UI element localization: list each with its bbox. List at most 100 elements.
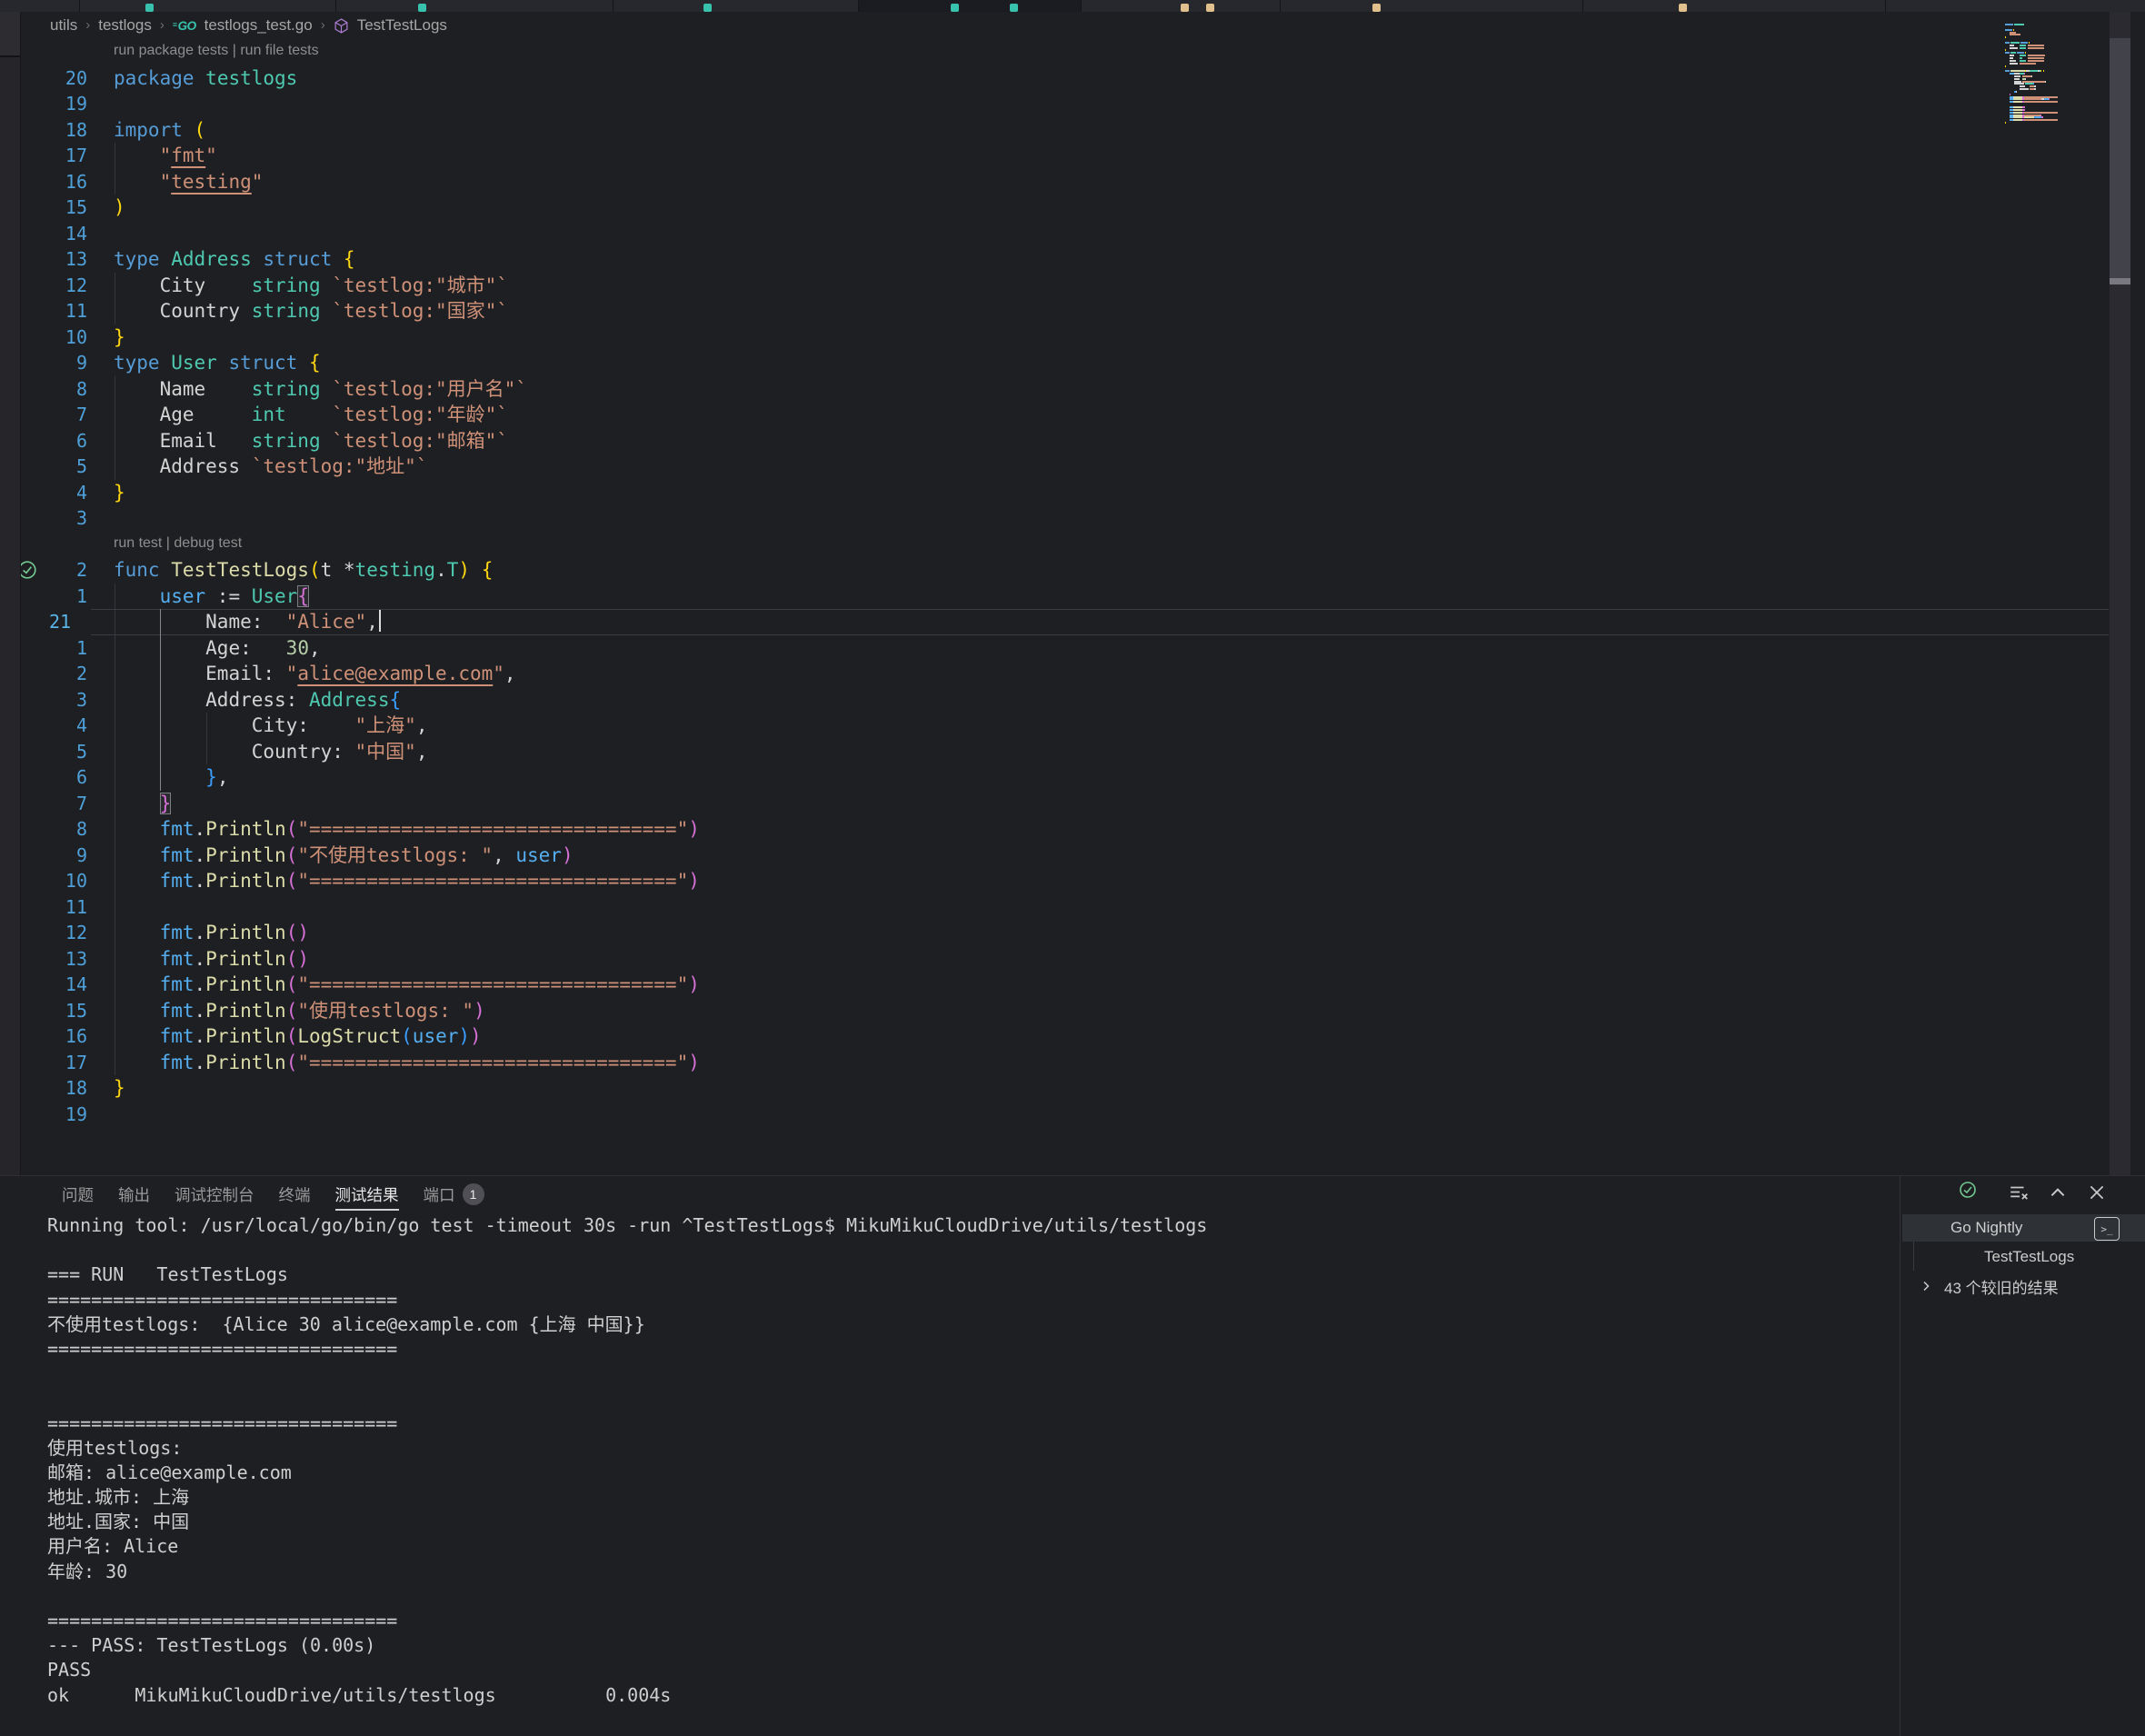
panel-tab-问题[interactable]: 问题 [62, 1183, 94, 1206]
output-line: 地址.城市: 上海 [47, 1485, 1207, 1510]
code-editor[interactable]: run package tests | run file tests20pack… [0, 39, 2109, 1127]
tab-file-icon [418, 4, 426, 12]
editor-tab[interactable] [336, 0, 613, 12]
output-line: PASS [47, 1658, 1207, 1682]
code-line[interactable]: 10 fmt.Println("========================… [0, 868, 2109, 894]
left-rail-header [0, 12, 20, 57]
terminal-icon[interactable]: >_ [2094, 1217, 2120, 1241]
code-line[interactable]: 7 Age int `testlog:"年龄"` [0, 402, 2109, 428]
editor-tab[interactable] [1281, 0, 1582, 12]
test-run-profile-row[interactable]: Go Nightly >_ [1902, 1214, 2145, 1242]
codelens-label[interactable]: run test | debug test [114, 532, 242, 555]
line-number: 21 [49, 609, 71, 635]
code-line[interactable]: 8 fmt.Println("=========================… [0, 816, 2109, 843]
bottom-panel: 问题 输出 调试控制台 终端 测试结果 端口1 Running tool: /usr/lo… [0, 1175, 2145, 1736]
editor-tab-strip [0, 0, 2145, 12]
code-line[interactable]: 8 Name string `testlog:"用户名"` [0, 376, 2109, 403]
code-line[interactable]: 15 fmt.Println("使用testlogs: ") [0, 998, 2109, 1024]
breadcrumb-symbol[interactable]: TestTestLogs [357, 16, 447, 35]
codelens-actions[interactable]: run test | debug test [0, 532, 2109, 558]
code-line[interactable]: 17 fmt.Println("========================… [0, 1050, 2109, 1076]
breadcrumb-folder-testlogs[interactable]: testlogs [98, 16, 152, 35]
output-line: 年龄: 30 [47, 1560, 1207, 1584]
code-line[interactable]: 6 }, [0, 764, 2109, 791]
code-line[interactable]: 15) [0, 195, 2109, 221]
breadcrumb-folder-utils[interactable]: utils [50, 16, 77, 35]
tab-file-icon [1181, 4, 1189, 12]
breadcrumb-separator: › [160, 17, 165, 33]
code-line[interactable]: 3 Address: Address{ [0, 687, 2109, 713]
editor-tab[interactable] [614, 0, 858, 12]
code-line[interactable]: 11 [0, 894, 2109, 921]
code-line[interactable]: 10} [0, 324, 2109, 351]
tab-file-icon [1679, 4, 1687, 12]
code-line[interactable]: 14 [0, 221, 2109, 247]
panel-tab-端口[interactable]: 端口1 [424, 1183, 484, 1206]
code-line[interactable]: 3 [0, 505, 2109, 532]
editor-tab[interactable] [80, 0, 335, 12]
code-line[interactable]: 4} [0, 480, 2109, 506]
code-line[interactable]: 14 fmt.Println("========================… [0, 972, 2109, 998]
tab-file-icon [1010, 4, 1018, 12]
codelens-label[interactable]: run package tests | run file tests [114, 39, 319, 63]
code-line[interactable]: 13 fmt.Println() [0, 946, 2109, 973]
code-line[interactable]: 1 Age: 30, [0, 635, 2109, 662]
code-line[interactable]: 2 Email: "alice@example.com", [0, 661, 2109, 687]
panel-tab-测试结果[interactable]: 测试结果 [335, 1183, 399, 1206]
tab-file-icon [145, 4, 154, 12]
editor-tab[interactable] [1886, 0, 2145, 12]
code-line[interactable]: 9type User struct { [0, 350, 2109, 376]
editor-tab[interactable] [859, 0, 1081, 12]
output-line: Running tool: /usr/local/go/bin/go test … [47, 1213, 1207, 1238]
code-line[interactable]: 12 fmt.Println() [0, 920, 2109, 946]
output-line: 用户名: Alice [47, 1534, 1207, 1559]
code-line[interactable]: 19 [0, 1102, 2109, 1128]
test-results-tree: Go Nightly >_ TestTestLogs 43 个较旧的结果 [1900, 1176, 2145, 1736]
code-line[interactable]: 7 } [0, 791, 2109, 817]
output-line: ================================ [47, 1337, 1207, 1362]
editor-scrollbar[interactable] [2110, 12, 2130, 1175]
test-result-item[interactable]: TestTestLogs [1901, 1243, 2145, 1271]
code-line[interactable]: 11 Country string `testlog:"国家"` [0, 298, 2109, 324]
breadcrumb-file[interactable]: testlogs_test.go [205, 16, 313, 35]
panel-tab-输出[interactable]: 输出 [118, 1183, 150, 1206]
tab-file-icon [703, 4, 712, 12]
output-line [47, 1362, 1207, 1386]
codelens-actions[interactable]: run package tests | run file tests [0, 39, 2109, 65]
code-line[interactable]: 1 user := User{ [0, 584, 2109, 610]
output-line: 邮箱: alice@example.com [47, 1461, 1207, 1485]
code-line[interactable]: 5 Country: "中国", [0, 739, 2109, 765]
code-line[interactable]: 16 "testing" [0, 169, 2109, 195]
code-line[interactable]: 6 Email string `testlog:"邮箱"` [0, 428, 2109, 454]
code-line[interactable]: 17 "fmt" [0, 143, 2109, 169]
minimap[interactable] [2005, 24, 2060, 127]
code-line[interactable]: 13type Address struct { [0, 246, 2109, 273]
go-file-icon: ≡GO [173, 19, 196, 33]
older-results-label: 43 个较旧的结果 [1944, 1275, 2059, 1298]
output-line: ok MikuMikuCloudDrive/utils/testlogs 0.0… [47, 1683, 1207, 1708]
test-run-profile-label: Go Nightly [1950, 1219, 2022, 1237]
code-line[interactable]: 5 Address `testlog:"地址"` [0, 454, 2109, 480]
output-line: ================================ [47, 1288, 1207, 1312]
code-line[interactable]: 20package testlogs [0, 65, 2109, 92]
code-line[interactable]: 18import ( [0, 117, 2109, 144]
code-line[interactable]: 18} [0, 1075, 2109, 1102]
code-line[interactable]: 12 City string `testlog:"城市"` [0, 273, 2109, 299]
panel-tab-调试控制台[interactable]: 调试控制台 [175, 1183, 254, 1206]
code-line[interactable]: 2func TestTestLogs(t *testing.T) { [0, 557, 2109, 584]
editor-tab[interactable] [1583, 0, 1885, 12]
panel-tab-终端[interactable]: 终端 [279, 1183, 311, 1206]
editor-tab[interactable] [0, 0, 79, 12]
ports-badge: 1 [463, 1183, 484, 1205]
scrollbar-thumb[interactable] [2110, 38, 2130, 282]
output-line: 使用testlogs: [47, 1436, 1207, 1461]
older-results-item[interactable]: 43 个较旧的结果 [1901, 1272, 2145, 1300]
code-line[interactable]: 19 [0, 91, 2109, 117]
breadcrumb: utils › testlogs › ≡GO testlogs_test.go … [50, 12, 447, 39]
code-line[interactable]: 9 fmt.Println("不使用testlogs: ", user) [0, 843, 2109, 869]
tab-file-icon [1206, 4, 1214, 12]
code-line[interactable]: 16 fmt.Println(LogStruct(user)) [0, 1023, 2109, 1050]
code-line[interactable]: 4 City: "上海", [0, 713, 2109, 739]
code-line[interactable]: 21 Name: "Alice", [0, 609, 2109, 635]
output-line: 不使用testlogs: {Alice 30 alice@example.com… [47, 1312, 1207, 1337]
